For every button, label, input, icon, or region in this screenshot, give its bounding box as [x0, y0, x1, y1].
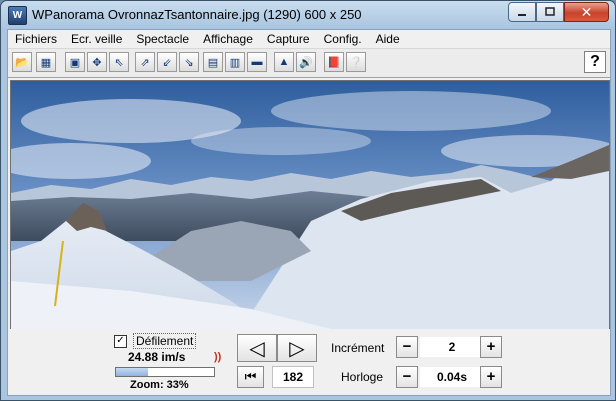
fit-window-button[interactable]: ▣ [65, 52, 85, 72]
menu-bar: Fichiers Ecr. veille Spectacle Affichage… [8, 30, 610, 49]
wpanorama-app-icon[interactable]: W [8, 6, 27, 25]
minus-icon: − [402, 368, 412, 385]
close-icon: ✕ [580, 3, 593, 20]
defilement-checkbox[interactable]: ✓ [114, 334, 127, 348]
open-file-icon: 📂 [15, 56, 29, 69]
minus-icon: − [402, 338, 412, 355]
next-button[interactable]: ▷ [277, 334, 317, 362]
title-bar[interactable]: W WPanorama OvronnazTsantonnaire.jpg (12… [1, 1, 615, 29]
picture-button[interactable]: ▦ [36, 52, 56, 72]
book-button[interactable]: 📕 [324, 52, 344, 72]
help-button[interactable]: ? [584, 51, 606, 73]
panorama-view-3-icon: ▬ [251, 56, 263, 68]
frame-number: 182 [272, 366, 314, 388]
menu-config[interactable]: Config. [317, 30, 369, 48]
triangle-right-icon: ▷ [289, 337, 305, 360]
horloge-plus-button[interactable]: + [480, 366, 502, 388]
horloge-label: Horloge [341, 370, 384, 384]
panorama-view-1-button[interactable]: ▤ [203, 52, 223, 72]
increment-value[interactable]: 2 [420, 337, 484, 357]
minimize-icon [518, 14, 526, 16]
sound-button[interactable]: 🔊 [296, 52, 316, 72]
speed-readout: 24.88 im/s [128, 350, 186, 364]
window-title: WPanorama OvronnazTsantonnaire.jpg (1290… [32, 7, 362, 22]
arrow-ne-icon: ⇗ [140, 56, 150, 69]
plus-icon: + [486, 368, 496, 385]
maximize-button[interactable] [536, 2, 564, 22]
minimize-button[interactable] [508, 2, 536, 22]
maximize-icon [545, 7, 555, 16]
expand-arrows-icon: ✥ [92, 56, 102, 69]
control-panel: ✓ Défilement 24.88 im/s )) Zoom: 33% ◁ ▷… [8, 329, 610, 395]
zoom-slider[interactable] [115, 367, 215, 377]
arrow-se-icon: ⇘ [184, 56, 194, 69]
app-window: W WPanorama OvronnazTsantonnaire.jpg (12… [0, 0, 616, 401]
panorama-view-3-button[interactable]: ▬ [247, 52, 267, 72]
menu-ecr-veille[interactable]: Ecr. veille [64, 30, 129, 48]
defilement-toggle[interactable]: ✓ Défilement [114, 333, 197, 349]
skip-back-icon: ⏮ [244, 369, 257, 384]
horloge-value[interactable]: 0.04s [420, 367, 484, 387]
first-frame-button[interactable]: ⏮ [237, 366, 264, 388]
shrink-button[interactable]: ⇖ [109, 52, 129, 72]
scroll-se-button[interactable]: ⇘ [179, 52, 199, 72]
panorama-view-2-button[interactable]: ▥ [225, 52, 245, 72]
expand-button[interactable]: ✥ [87, 52, 107, 72]
speaker-icon: 🔊 [299, 56, 313, 69]
client-area: Fichiers Ecr. veille Spectacle Affichage… [7, 29, 611, 396]
speed-indicator-icon: )) [214, 351, 222, 363]
cloud [191, 127, 371, 155]
panorama-view-1-icon: ▤ [207, 56, 219, 69]
mountain-icon: ▲ [278, 56, 290, 68]
plus-icon: + [486, 338, 496, 355]
menu-spectacle[interactable]: Spectacle [129, 30, 196, 48]
menu-capture[interactable]: Capture [260, 30, 317, 48]
zoom-slider-fill [116, 368, 149, 376]
panorama-viewer[interactable] [10, 80, 610, 330]
scroll-ne-button[interactable]: ⇗ [135, 52, 155, 72]
help-query-button[interactable]: ❔ [346, 52, 366, 72]
panorama-image [11, 81, 609, 329]
increment-minus-button[interactable]: − [396, 336, 418, 358]
close-button[interactable]: ✕ [564, 2, 609, 22]
triangle-left-icon: ◁ [249, 337, 265, 360]
open-file-button[interactable]: 📂 [12, 52, 32, 72]
fit-window-icon: ▣ [69, 56, 81, 69]
defilement-label: Défilement [133, 333, 197, 349]
help-query-icon: ❔ [349, 56, 363, 69]
arrow-up-left-icon: ⇖ [114, 56, 124, 69]
mountain-button[interactable]: ▲ [274, 52, 294, 72]
menu-fichiers[interactable]: Fichiers [8, 30, 64, 48]
menu-aide[interactable]: Aide [369, 30, 407, 48]
window-controls: ✕ [508, 2, 609, 22]
arrow-sw-icon: ⇙ [162, 56, 172, 69]
increment-label: Incrément [331, 341, 385, 355]
panorama-view-2-icon: ▥ [229, 56, 241, 69]
book-icon: 📕 [327, 56, 341, 69]
menu-affichage[interactable]: Affichage [196, 30, 260, 48]
zoom-label: Zoom: 33% [130, 379, 189, 391]
horloge-minus-button[interactable]: − [396, 366, 418, 388]
cloud [271, 91, 551, 131]
scroll-sw-button[interactable]: ⇙ [157, 52, 177, 72]
picture-icon: ▦ [40, 56, 52, 69]
toolbar: 📂 ▦ ▣ ✥ ⇖ ⇗ ⇙ ⇘ ▤ ▥ ▬ ▲ 🔊 📕 ❔ ? [8, 49, 610, 78]
increment-plus-button[interactable]: + [480, 336, 502, 358]
previous-button[interactable]: ◁ [237, 334, 277, 362]
